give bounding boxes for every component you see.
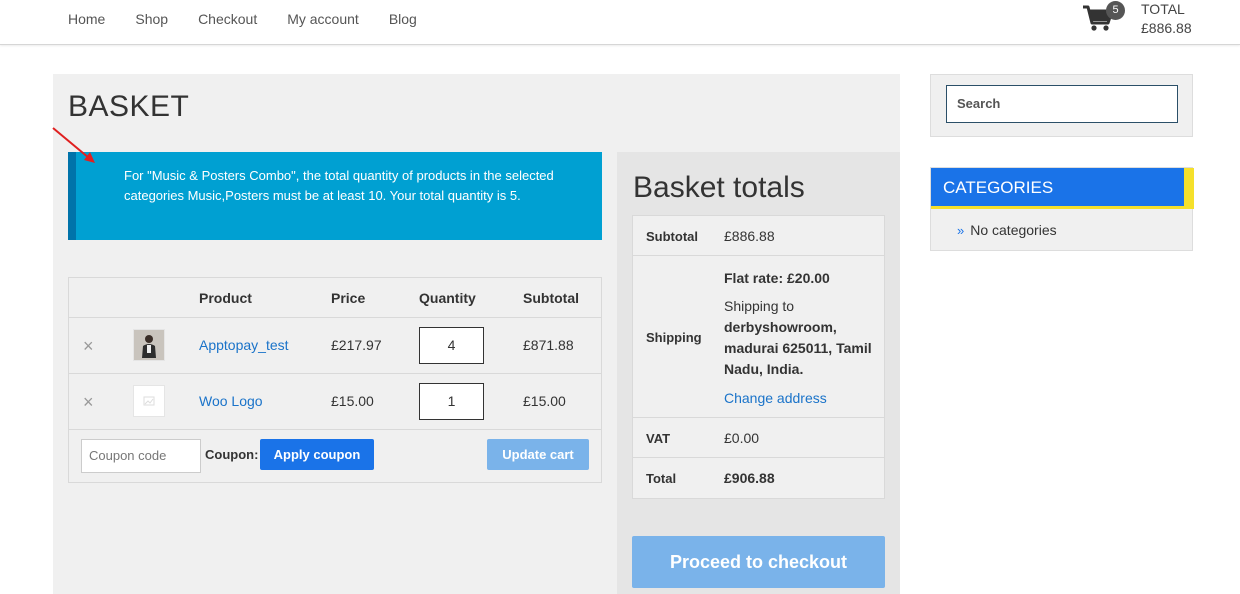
product-thumbnail[interactable] [133,385,165,417]
person-photo-icon [134,330,164,360]
header-subtotal: Subtotal [523,290,579,306]
change-address-link[interactable]: Change address [724,388,874,409]
shipping-details: Flat rate: £20.00 Shipping to derbyshowr… [724,268,874,409]
cart-count-badge: 5 [1106,1,1125,20]
coupon-label: Coupon: [205,447,259,462]
nav-shop-link[interactable]: Shop [135,11,168,27]
header-cart-widget[interactable]: 5 TOTAL £886.88 [1082,0,1212,44]
cart-actions-row: Coupon code Coupon: Apply coupon Update … [69,430,601,482]
shipping-address: derbyshowroom, madurai 625011, Tamil Nad… [724,319,872,377]
totals-table: Subtotal £886.88 Shipping Flat rate: £20… [632,215,885,499]
cart-notice-message: For "Music & Posters Combo", the total q… [68,152,602,240]
categories-title: CATEGORIES [931,168,1194,209]
basket-totals-panel: Basket totals Subtotal £886.88 Shipping … [617,152,900,594]
remove-item-icon[interactable]: × [83,336,94,357]
top-navigation-bar: Home Shop Checkout My account Blog 5 TOT… [0,0,1240,45]
double-chevron-right-icon: » [957,223,965,238]
cart-total-amount: £886.88 [1141,20,1192,36]
quantity-input[interactable]: 4 [419,327,484,364]
update-cart-button[interactable]: Update cart [487,439,589,470]
cart-total-label: TOTAL [1141,1,1185,17]
no-categories-text: No categories [970,222,1057,238]
total-label: Total [646,471,677,486]
subtotal-value: £886.88 [724,228,775,244]
table-row: × Apptopay_test £217.97 4 £871.88 [69,318,601,374]
main-menu: Home Shop Checkout My account Blog [68,11,447,27]
item-subtotal: £15.00 [523,393,566,409]
shipping-label: Shipping [646,330,702,345]
image-placeholder-icon [134,386,164,416]
subtotal-row: Subtotal £886.88 [633,216,884,256]
apply-coupon-button[interactable]: Apply coupon [260,439,374,470]
shipping-row: Shipping Flat rate: £20.00 Shipping to d… [633,256,884,418]
item-price: £15.00 [331,393,374,409]
list-item: » No categories [957,222,1057,238]
product-thumbnail[interactable] [133,329,165,361]
page-title: BASKET [68,90,190,123]
vat-row: VAT £0.00 [633,418,884,458]
search-widget: Search [930,74,1193,137]
proceed-to-checkout-button[interactable]: Proceed to checkout [632,536,885,588]
basket-totals-title: Basket totals [633,171,805,204]
coupon-code-input[interactable]: Coupon code [81,439,201,473]
header-price: Price [331,290,366,306]
product-link[interactable]: Apptopay_test [199,337,289,353]
vat-label: VAT [646,431,671,446]
total-value: £906.88 [724,470,775,486]
product-link[interactable]: Woo Logo [199,393,263,409]
vat-value: £0.00 [724,430,760,446]
cart-items-table: Product Price Quantity Subtotal × Apptop… [68,277,602,483]
quantity-input[interactable]: 1 [419,383,484,420]
total-row: Total £906.88 [633,458,884,498]
nav-blog-link[interactable]: Blog [389,11,417,27]
categories-widget: CATEGORIES » No categories [930,167,1194,251]
item-price: £217.97 [331,337,382,353]
remove-item-icon[interactable]: × [83,392,94,413]
search-input[interactable]: Search [946,85,1178,123]
item-subtotal: £871.88 [523,337,574,353]
shipping-to-label: Shipping to [724,298,795,314]
shipping-rate: Flat rate: £20.00 [724,270,830,286]
nav-my-account-link[interactable]: My account [287,11,359,27]
header-product: Product [199,290,252,306]
subtotal-label: Subtotal [646,229,698,244]
nav-checkout-link[interactable]: Checkout [198,11,257,27]
header-quantity: Quantity [419,290,476,306]
nav-home-link[interactable]: Home [68,11,105,27]
cart-table-header: Product Price Quantity Subtotal [69,278,601,318]
table-row: × Woo Logo £15.00 1 £15.00 [69,374,601,430]
red-annotation-arrow-icon [52,127,95,163]
